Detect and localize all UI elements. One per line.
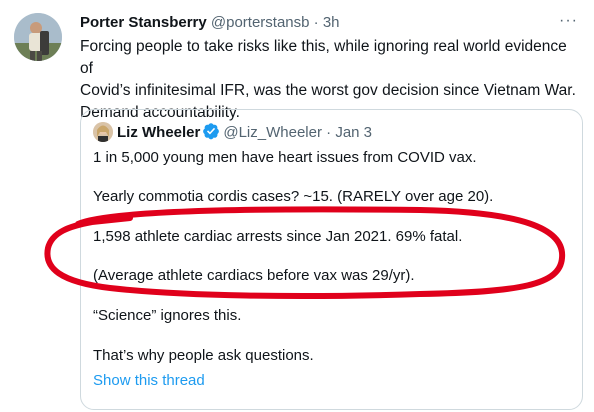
avatar-image	[14, 13, 62, 61]
more-options-icon[interactable]: ···	[559, 10, 578, 32]
tweet-header: Porter Stansberry @porterstansb · 3h ···	[80, 12, 578, 34]
author-avatar[interactable]	[14, 13, 62, 61]
tweet[interactable]: Porter Stansberry @porterstansb · 3h ···…	[0, 0, 594, 412]
quoted-text-line: 1,598 athlete cardiac arrests since Jan …	[93, 228, 463, 245]
quoted-text-line: (Average athlete cardiacs before vax was…	[93, 267, 415, 284]
quoted-tweet-date[interactable]: Jan 3	[335, 124, 372, 141]
tweet-text-line: Forcing people to take risks like this, …	[80, 38, 567, 77]
separator-dot: ·	[313, 14, 319, 31]
quoted-tweet-header: Liz Wheeler @Liz_Wheeler · Jan 3	[93, 122, 372, 144]
tweet-timestamp[interactable]: 3h	[323, 14, 340, 31]
quoted-avatar-image	[93, 122, 113, 142]
tweet-text-line: Covid’s infinitesimal IFR, was the worst…	[80, 82, 576, 99]
separator-dot: ·	[326, 124, 332, 141]
quoted-text-line: “Science” ignores this.	[93, 307, 242, 324]
quoted-author-name[interactable]: Liz Wheeler	[117, 124, 200, 141]
quoted-text-line: 1 in 5,000 young men have heart issues f…	[93, 149, 477, 166]
quoted-text-line: That’s why people ask questions.	[93, 347, 314, 364]
show-thread-link[interactable]: Show this thread	[93, 371, 205, 391]
quoted-author-handle[interactable]: @Liz_Wheeler	[223, 124, 322, 141]
author-name[interactable]: Porter Stansberry	[80, 14, 207, 31]
author-handle[interactable]: @porterstansb	[211, 14, 310, 31]
verified-badge-icon	[203, 123, 220, 140]
quoted-author-avatar[interactable]	[93, 122, 113, 142]
quoted-text-line: Yearly commotia cordis cases? ~15. (RARE…	[93, 188, 494, 205]
quoted-tweet[interactable]: Liz Wheeler @Liz_Wheeler · Jan 3 1 in 5,…	[80, 109, 583, 410]
